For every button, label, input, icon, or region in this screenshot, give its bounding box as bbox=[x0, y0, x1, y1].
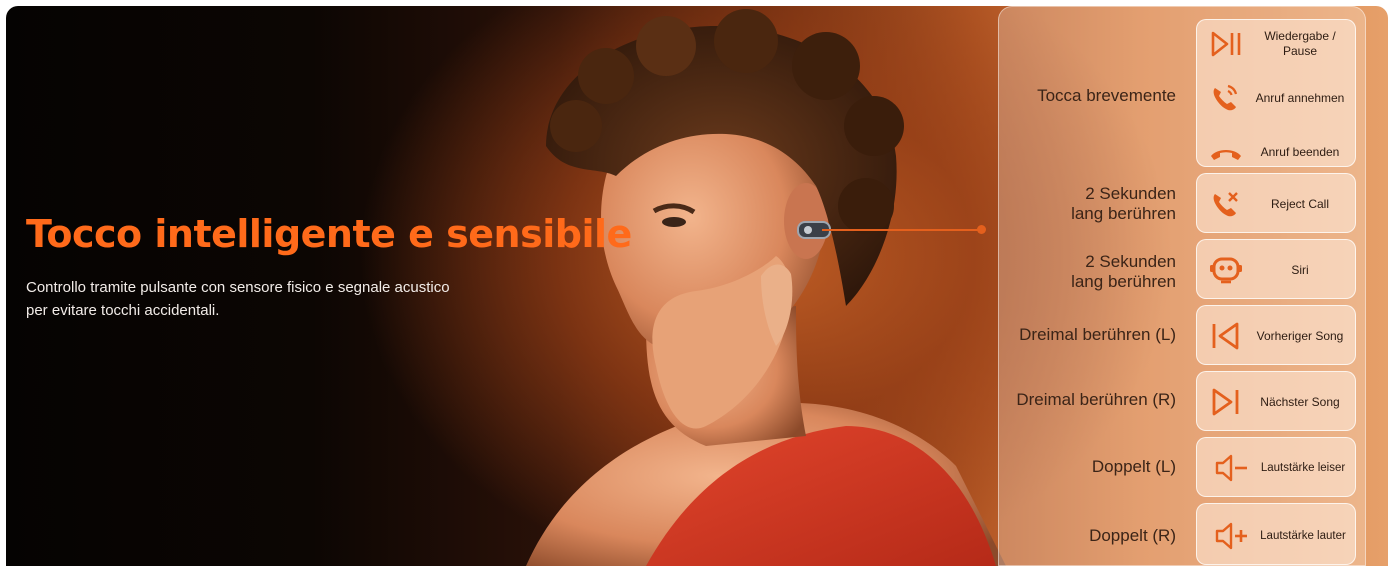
action-card-volume-down: Lautstärke leiser bbox=[1196, 437, 1356, 497]
play-pause-icon bbox=[1209, 28, 1243, 60]
action-label: Anruf beenden bbox=[1260, 144, 1340, 159]
reject-call-icon bbox=[1209, 188, 1243, 220]
gesture-line: Doppelt (L) bbox=[1091, 457, 1176, 476]
action-card-siri: Siri bbox=[1196, 239, 1356, 299]
gesture-label-double-left: Doppelt (L) bbox=[1092, 457, 1176, 477]
previous-track-icon bbox=[1209, 320, 1243, 352]
volume-down-icon bbox=[1209, 452, 1253, 484]
action-label-line: Wiedergabe / bbox=[1264, 29, 1336, 43]
action-label: Nächster Song bbox=[1260, 394, 1340, 409]
action-card-previous-song: Vorheriger Song bbox=[1196, 305, 1356, 365]
gesture-label-long-press-siri: 2 Sekunden lang berühren bbox=[1071, 252, 1176, 292]
action-row-previous-song: Vorheriger Song bbox=[1197, 308, 1357, 364]
gesture-label-triple-right: Dreimal berühren (R) bbox=[1016, 390, 1176, 410]
action-row-volume-down: Lautstärke leiser bbox=[1197, 440, 1357, 496]
volume-up-icon bbox=[1209, 520, 1253, 552]
siri-robot-icon bbox=[1209, 254, 1243, 286]
action-card-reject-call: Reject Call bbox=[1196, 173, 1356, 233]
action-label-line: Pause bbox=[1282, 44, 1318, 58]
subtext-line: Controllo tramite pulsante con sensore f… bbox=[26, 279, 450, 296]
gesture-line: Tocca brevemente bbox=[1037, 86, 1176, 105]
subtext-line: per evitare tocchi accidentali. bbox=[26, 302, 220, 319]
action-row-volume-up: Lautstärke lauter bbox=[1197, 508, 1357, 564]
action-label: Vorheriger Song bbox=[1256, 328, 1344, 343]
earbud-pointer-dot bbox=[977, 225, 986, 234]
gesture-line: lang berühren bbox=[1071, 204, 1176, 223]
gesture-label-triple-left: Dreimal berühren (L) bbox=[1019, 325, 1176, 345]
action-card-short-tap: Wiedergabe / Pause Anruf annehmen Anruf … bbox=[1196, 19, 1356, 167]
action-row-siri: Siri bbox=[1197, 242, 1357, 298]
hang-up-icon bbox=[1209, 136, 1243, 168]
gesture-line: Doppelt (R) bbox=[1089, 526, 1176, 545]
action-row-answer-call: Anruf annehmen bbox=[1197, 70, 1357, 126]
action-row-next-song: Nächster Song bbox=[1197, 374, 1357, 430]
subtext: Controllo tramite pulsante con sensore f… bbox=[26, 276, 526, 322]
next-track-icon bbox=[1209, 386, 1243, 418]
gesture-line: 2 Sekunden bbox=[1085, 252, 1176, 271]
action-label: Reject Call bbox=[1270, 196, 1330, 211]
action-row-end-call: Anruf beenden bbox=[1197, 124, 1357, 180]
headline: Tocco intelligente e sensibile bbox=[26, 212, 632, 256]
action-card-volume-up: Lautstärke lauter bbox=[1196, 503, 1356, 565]
action-row-play-pause: Wiedergabe / Pause bbox=[1197, 16, 1357, 72]
action-label: Wiedergabe / Pause bbox=[1249, 16, 1351, 72]
phone-ringing-icon bbox=[1209, 82, 1243, 114]
earbud-pointer-line bbox=[822, 229, 982, 231]
action-card-next-song: Nächster Song bbox=[1196, 371, 1356, 431]
action-row-reject-call: Reject Call bbox=[1197, 176, 1357, 232]
gesture-line: Dreimal berühren (R) bbox=[1016, 390, 1176, 409]
gesture-label-long-press-reject: 2 Sekunden lang berühren bbox=[1071, 184, 1176, 224]
action-label: Lautstärke leiser bbox=[1260, 461, 1346, 474]
gesture-line: lang berühren bbox=[1071, 272, 1176, 291]
gesture-line: 2 Sekunden bbox=[1085, 184, 1176, 203]
action-label: Siri bbox=[1291, 262, 1309, 277]
gesture-line: Dreimal berühren (L) bbox=[1019, 325, 1176, 344]
gesture-label-short-tap: Tocca brevemente bbox=[1037, 86, 1176, 106]
action-label: Lautstärke lauter bbox=[1260, 529, 1346, 542]
gesture-label-double-right: Doppelt (R) bbox=[1089, 526, 1176, 546]
action-label: Anruf annehmen bbox=[1255, 90, 1345, 105]
